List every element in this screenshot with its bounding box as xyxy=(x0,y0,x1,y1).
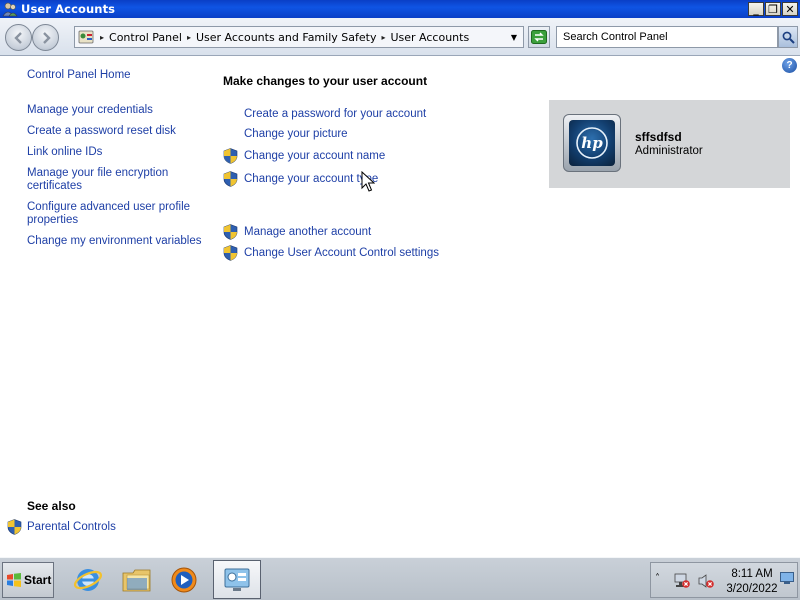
close-button[interactable]: ✕ xyxy=(782,2,798,16)
start-label: Start xyxy=(24,573,52,587)
back-arrow-icon xyxy=(13,31,22,44)
refresh-icon xyxy=(531,30,547,44)
minimize-button[interactable]: _ xyxy=(748,2,764,16)
task-label[interactable]: Change your picture xyxy=(244,128,348,140)
folder-icon xyxy=(122,569,151,592)
uac-shield-icon xyxy=(223,148,238,164)
uac-shield-icon xyxy=(223,171,238,187)
search-input[interactable]: Search Control Panel xyxy=(556,26,778,48)
environment-variables-link[interactable]: Change my environment variables xyxy=(27,235,217,248)
clock-time: 8:11 AM xyxy=(731,568,773,580)
internet-explorer-button[interactable] xyxy=(70,562,106,598)
windows-flag-icon xyxy=(6,572,22,588)
hp-logo-icon: hp xyxy=(569,120,615,166)
internet-explorer-icon xyxy=(73,569,103,591)
page-title: Make changes to your user account xyxy=(223,74,428,88)
task-label[interactable]: Change your account name xyxy=(244,150,385,162)
start-button[interactable]: Start xyxy=(2,562,54,598)
address-bar: ▸ Control Panel ▸ User Accounts and Fami… xyxy=(0,18,800,56)
maximize-button[interactable]: ❐ xyxy=(765,2,781,16)
account-role: Administrator xyxy=(635,145,703,157)
crumb-control-panel[interactable]: Control Panel xyxy=(109,31,182,44)
account-name: sffsdfsd xyxy=(635,130,682,144)
title-bar[interactable]: User Accounts _ ❐ ✕ xyxy=(0,0,800,18)
task-manage-another-account[interactable]: Manage another account xyxy=(223,224,371,240)
clock[interactable]: 8:11 AM 3/20/2022 xyxy=(721,567,783,597)
window-title: User Accounts xyxy=(21,2,116,16)
chevron-down-icon[interactable]: ▼ xyxy=(511,33,517,42)
task-change-picture[interactable]: Change your picture xyxy=(244,128,348,140)
see-also-heading: See also xyxy=(27,499,76,513)
task-label[interactable]: Manage another account xyxy=(244,226,371,238)
account-panel: hp sffsdfsd Administrator xyxy=(549,100,790,188)
chevron-right-icon[interactable]: ▸ xyxy=(187,33,191,42)
search-button[interactable] xyxy=(778,26,798,48)
refresh-button[interactable] xyxy=(528,26,550,48)
task-label[interactable]: Change your account type xyxy=(244,173,378,185)
back-button[interactable] xyxy=(5,24,32,51)
show-desktop-icon[interactable] xyxy=(780,571,794,588)
manage-credentials-link[interactable]: Manage your credentials xyxy=(27,104,202,117)
media-player-button[interactable] xyxy=(166,562,202,598)
taskbar: Start ˄ 8:11 AM 3/20/2022 xyxy=(0,557,800,600)
uac-shield-icon xyxy=(223,245,238,261)
task-uac-settings[interactable]: Change User Account Control settings xyxy=(223,245,439,261)
control-panel-taskbar-button[interactable] xyxy=(213,560,261,599)
password-reset-disk-link[interactable]: Create a password reset disk xyxy=(27,125,202,138)
task-change-account-type[interactable]: Change your account type xyxy=(223,171,378,187)
help-icon[interactable]: ? xyxy=(782,58,797,73)
task-create-password[interactable]: Create a password for your account xyxy=(244,108,426,120)
uac-shield-icon xyxy=(223,224,238,240)
explorer-button[interactable] xyxy=(119,562,155,598)
account-picture[interactable]: hp xyxy=(563,114,621,172)
system-tray: ˄ 8:11 AM 3/20/2022 xyxy=(650,562,798,598)
advanced-user-profile-link[interactable]: Configure advanced user profile properti… xyxy=(27,201,197,227)
search-icon xyxy=(782,31,795,44)
crumb-user-accounts[interactable]: User Accounts xyxy=(390,31,469,44)
show-hidden-icons-button[interactable]: ˄ xyxy=(655,573,660,584)
chevron-right-icon[interactable]: ▸ xyxy=(381,33,385,42)
chevron-right-icon[interactable]: ▸ xyxy=(100,33,104,42)
user-accounts-icon xyxy=(2,1,18,17)
forward-button[interactable] xyxy=(32,24,59,51)
clock-date: 3/20/2022 xyxy=(726,583,778,595)
parental-controls-link[interactable]: Parental Controls xyxy=(27,521,116,533)
file-encryption-certificates-link[interactable]: Manage your file encryption certificates xyxy=(27,167,187,193)
network-icon[interactable] xyxy=(673,573,691,592)
link-online-ids-link[interactable]: Link online IDs xyxy=(27,146,202,159)
mouse-cursor-icon xyxy=(361,170,376,195)
task-change-account-name[interactable]: Change your account name xyxy=(223,148,385,164)
parental-controls-item[interactable]: Parental Controls xyxy=(7,519,116,535)
logo-text: hp xyxy=(581,134,603,152)
media-player-icon xyxy=(171,567,197,593)
forward-arrow-icon xyxy=(42,31,51,44)
task-label[interactable]: Create a password for your account xyxy=(244,108,426,120)
crumb-user-accounts-family-safety[interactable]: User Accounts and Family Safety xyxy=(196,31,376,44)
control-panel-icon xyxy=(78,29,94,45)
uac-shield-icon xyxy=(7,519,22,535)
control-panel-home-link[interactable]: Control Panel Home xyxy=(27,69,131,81)
task-label[interactable]: Change User Account Control settings xyxy=(244,247,439,259)
breadcrumb[interactable]: ▸ Control Panel ▸ User Accounts and Fami… xyxy=(74,26,524,48)
control-panel-icon xyxy=(224,568,250,591)
volume-muted-icon[interactable] xyxy=(697,573,715,592)
